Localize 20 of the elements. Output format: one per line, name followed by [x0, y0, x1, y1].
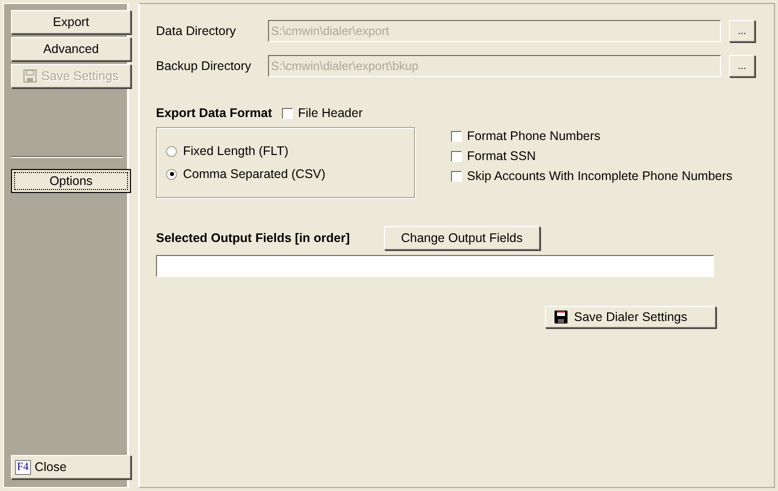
section-title: Export Data Format: [156, 106, 272, 120]
sidebar-button[interactable]: Export: [11, 10, 131, 34]
section-title: Selected Output Fields [in order]: [156, 231, 350, 245]
format-radio[interactable]: Comma Separated (CSV): [166, 167, 414, 181]
field-label: Data Directory: [156, 24, 237, 38]
sidebar-button[interactable]: Advanced: [11, 37, 131, 61]
options-button[interactable]: Options: [11, 169, 131, 193]
output-fields-box[interactable]: [156, 255, 714, 277]
save-dialer-settings-button[interactable]: Save Dialer Settings: [545, 306, 716, 328]
option-checkbox[interactable]: Skip Accounts With Incomplete Phone Numbers: [451, 169, 732, 183]
option-checkbox[interactable]: Format Phone Numbers: [451, 129, 732, 143]
browse-button[interactable]: ...: [729, 20, 755, 42]
option-checkbox[interactable]: Format SSN: [451, 149, 732, 163]
f4-key-icon: F4: [15, 460, 31, 474]
field-label: Backup Directory: [156, 59, 252, 73]
file-header-checkbox[interactable]: File Header: [282, 106, 363, 120]
browse-button[interactable]: ...: [729, 55, 755, 77]
change-output-fields-button[interactable]: Change Output Fields: [384, 226, 540, 250]
format-radio[interactable]: Fixed Length (FLT): [166, 144, 414, 158]
close-button[interactable]: F4 Close: [11, 455, 131, 479]
